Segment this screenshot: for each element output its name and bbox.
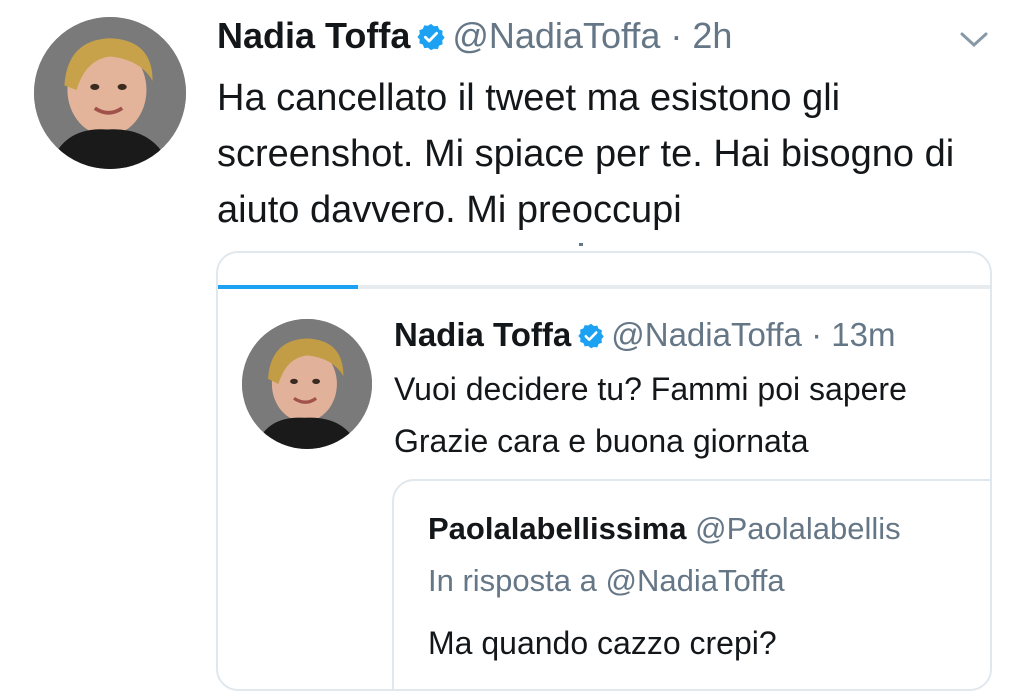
inner-quoted-card[interactable]: Paolalabellissima @Paolalabellis In risp… [392,479,990,689]
divider-mark [579,243,583,246]
inner-author-name[interactable]: Paolalabellissima [428,511,686,546]
tweet-text: Ha cancellato il tweet ma esistono gli s… [217,77,955,231]
tab-bar [218,285,990,289]
reply-prefix: In risposta a [428,563,597,598]
quoted-header: Nadia Toffa @NadiaToffa · 13m [394,313,895,361]
quoted-text-line: Vuoi decidere tu? Fammi poi sapere [394,371,907,407]
tweet-time[interactable]: 2h [692,15,732,56]
separator-dot: · [670,15,683,56]
chevron-down-icon[interactable] [958,28,990,52]
author-name[interactable]: Nadia Toffa [217,15,410,56]
quoted-text: Vuoi decidere tu? Fammi poi sapere Grazi… [394,363,990,467]
avatar[interactable] [34,17,186,169]
quoted-author-handle[interactable]: @NadiaToffa [611,316,802,353]
tab-active-indicator [218,285,358,289]
author-handle[interactable]: @NadiaToffa [452,15,660,56]
inner-text: Ma quando cazzo crepi? [428,625,777,661]
avatar-photo-icon [34,17,186,169]
inner-author-handle[interactable]: @Paolalabellis [695,511,901,546]
avatar-photo-icon [242,319,372,449]
quoted-tweet-card[interactable]: Nadia Toffa @NadiaToffa · 13m Vuoi decide… [216,251,992,691]
verified-badge-icon [577,317,605,361]
quoted-author-name[interactable]: Nadia Toffa [394,316,571,353]
inner-header: Paolalabellissima @Paolalabellis [428,509,901,549]
verified-badge-icon [416,18,446,62]
quoted-text-line: Grazie cara e buona giornata [394,423,809,459]
quoted-avatar[interactable] [242,319,372,449]
reply-mention-link[interactable]: @NadiaToffa [606,563,785,598]
tweet-header: Nadia Toffa @NadiaToffa · 2h [217,14,732,62]
quoted-time[interactable]: 13m [831,316,895,353]
reply-context: In risposta a @NadiaToffa [428,561,785,601]
separator-dot: · [811,316,823,353]
